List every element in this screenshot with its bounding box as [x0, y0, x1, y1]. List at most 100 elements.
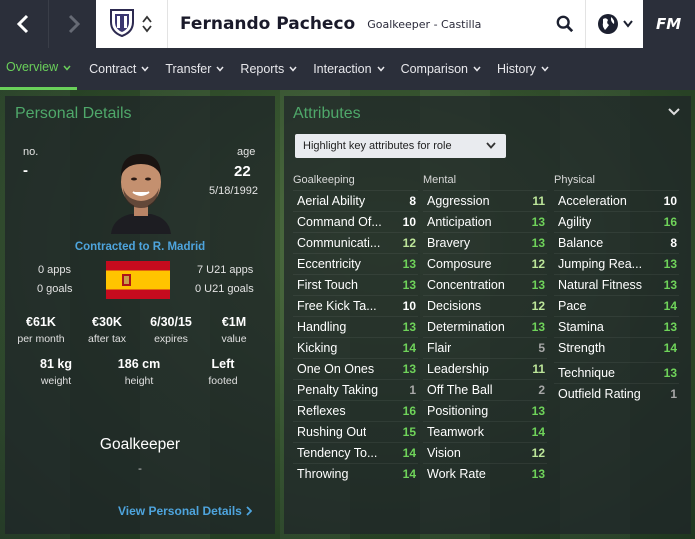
attribute-row[interactable]: One On Ones 13 [293, 358, 418, 379]
menu-overview[interactable]: Overview [0, 48, 78, 90]
attribute-value: 10 [663, 194, 677, 208]
u21-apps-count: 7 U21 apps [197, 264, 254, 276]
attribute-row[interactable]: Leadership 11 [423, 358, 547, 379]
chevron-right-icon [68, 14, 80, 34]
menu-reports[interactable]: Reports [234, 48, 303, 90]
attribute-row[interactable]: Acceleration 10 [554, 190, 679, 211]
attribute-row[interactable]: Aggression 11 [423, 190, 547, 211]
menu-history[interactable]: History [491, 48, 555, 90]
attribute-row[interactable]: Rushing Out 15 [293, 421, 418, 442]
attribute-value: 12 [531, 299, 545, 313]
attribute-row[interactable]: Vision 12 [423, 442, 547, 463]
chevron-down-icon [486, 142, 496, 149]
attribute-name: Teamwork [427, 425, 484, 439]
attribute-name: Flair [427, 341, 452, 355]
attribute-row[interactable]: Tendency To... 14 [293, 442, 418, 463]
menu-contract[interactable]: Contract [83, 48, 155, 90]
attribute-row[interactable]: Determination 13 [423, 316, 547, 337]
contract-link[interactable]: Contracted to R. Madrid [5, 241, 275, 253]
attribute-row[interactable]: Penalty Taking 1 [293, 379, 418, 400]
attribute-row[interactable]: Free Kick Ta... 10 [293, 295, 418, 316]
chevron-down-icon[interactable] [668, 108, 680, 116]
attribute-value: 13 [663, 257, 677, 271]
attribute-name: Concentration [427, 278, 505, 292]
attribute-row[interactable]: Kicking 14 [293, 337, 418, 358]
attribute-row[interactable]: Balance 8 [554, 232, 679, 253]
attribute-name: Reflexes [297, 404, 346, 418]
attribute-row[interactable]: Agility 16 [554, 211, 679, 232]
attribute-row[interactable]: Composure 12 [423, 253, 547, 274]
attribute-name: Stamina [558, 320, 604, 334]
attribute-name: Kicking [297, 341, 338, 355]
height-stat: 186 cm height [109, 357, 169, 387]
expires-stat: 6/30/15 expires [141, 315, 201, 345]
fm-logo[interactable]: FM [643, 0, 695, 48]
wage-stat: €61K per month [11, 315, 71, 345]
title-bar: Fernando Pacheco Goalkeeper - Castilla F… [0, 0, 695, 48]
view-personal-details-link[interactable]: View Personal Details [118, 504, 252, 518]
attribute-name: Communicati... [297, 236, 381, 250]
attribute-value: 13 [402, 278, 416, 292]
attribute-value: 14 [402, 467, 416, 481]
attribute-row[interactable]: Reflexes 16 [293, 400, 418, 421]
menu-comparison[interactable]: Comparison [395, 48, 487, 90]
attribute-row[interactable]: Throwing 14 [293, 463, 418, 484]
attribute-row[interactable]: Decisions 12 [423, 295, 547, 316]
world-menu-button[interactable] [585, 0, 643, 48]
attribute-row[interactable]: Stamina 13 [554, 316, 679, 337]
attribute-name: Agility [558, 215, 592, 229]
attribute-name: Decisions [427, 299, 482, 313]
highlight-role-dropdown[interactable]: Highlight key attributes for role [295, 134, 506, 158]
attribute-row[interactable]: Technique 13 [554, 362, 679, 383]
u21-goals-count: 0 U21 goals [195, 283, 254, 295]
attribute-row[interactable]: Work Rate 13 [423, 463, 547, 484]
attribute-row[interactable]: Strength 14 [554, 337, 679, 358]
attribute-value: 16 [402, 404, 416, 418]
attribute-value: 1 [409, 383, 416, 397]
attribute-column-heading: Goalkeeping [293, 174, 355, 186]
attribute-row[interactable]: Concentration 13 [423, 274, 547, 295]
attribute-value: 13 [531, 278, 545, 292]
club-crest-icon [108, 7, 136, 41]
attribute-value: 13 [402, 257, 416, 271]
attribute-row[interactable]: Jumping Rea... 13 [554, 253, 679, 274]
attribute-row[interactable]: Pace 14 [554, 295, 679, 316]
search-button[interactable] [545, 0, 585, 48]
attribute-row[interactable]: Outfield Rating 1 [554, 383, 679, 404]
after-tax-label: after tax [88, 333, 126, 345]
attribute-row[interactable]: Positioning 13 [423, 400, 547, 421]
menu-transfer[interactable]: Transfer [159, 48, 230, 90]
menu-label: Overview [6, 60, 59, 74]
foot-value: Left [211, 357, 235, 371]
age-label: age [237, 146, 256, 158]
attribute-row[interactable]: Anticipation 13 [423, 211, 547, 232]
attribute-value: 14 [402, 446, 416, 460]
attribute-value: 15 [402, 425, 416, 439]
menu-interaction[interactable]: Interaction [307, 48, 390, 90]
menu-label: Reports [240, 62, 285, 76]
attribute-row[interactable]: Eccentricity 13 [293, 253, 418, 274]
attribute-row[interactable]: First Touch 13 [293, 274, 418, 295]
sub-navigation: Overview Contract Transfer Reports Inter… [0, 48, 695, 90]
attribute-name: Leadership [427, 362, 489, 376]
forward-button[interactable] [48, 0, 96, 48]
personal-details-panel: Personal Details no. - age 22 5/18/1992 … [5, 96, 275, 534]
back-button[interactable] [0, 0, 48, 48]
attribute-name: Composure [427, 257, 492, 271]
age-value: 22 [234, 163, 251, 180]
attribute-row[interactable]: Command Of... 10 [293, 211, 418, 232]
club-crest-selector[interactable] [96, 0, 168, 48]
attribute-name: Jumping Rea... [558, 257, 643, 271]
attribute-row[interactable]: Off The Ball 2 [423, 379, 547, 400]
attribute-row[interactable]: Handling 13 [293, 316, 418, 337]
attribute-value: 14 [402, 341, 416, 355]
player-photo [109, 142, 173, 234]
attribute-row[interactable]: Communicati... 12 [293, 232, 418, 253]
attribute-value: 8 [409, 194, 416, 208]
attribute-row[interactable]: Bravery 13 [423, 232, 547, 253]
attribute-row[interactable]: Natural Fitness 13 [554, 274, 679, 295]
attribute-row[interactable]: Teamwork 14 [423, 421, 547, 442]
club-switch-arrows[interactable] [142, 15, 152, 33]
attribute-row[interactable]: Flair 5 [423, 337, 547, 358]
attribute-row[interactable]: Aerial Ability 8 [293, 190, 418, 211]
